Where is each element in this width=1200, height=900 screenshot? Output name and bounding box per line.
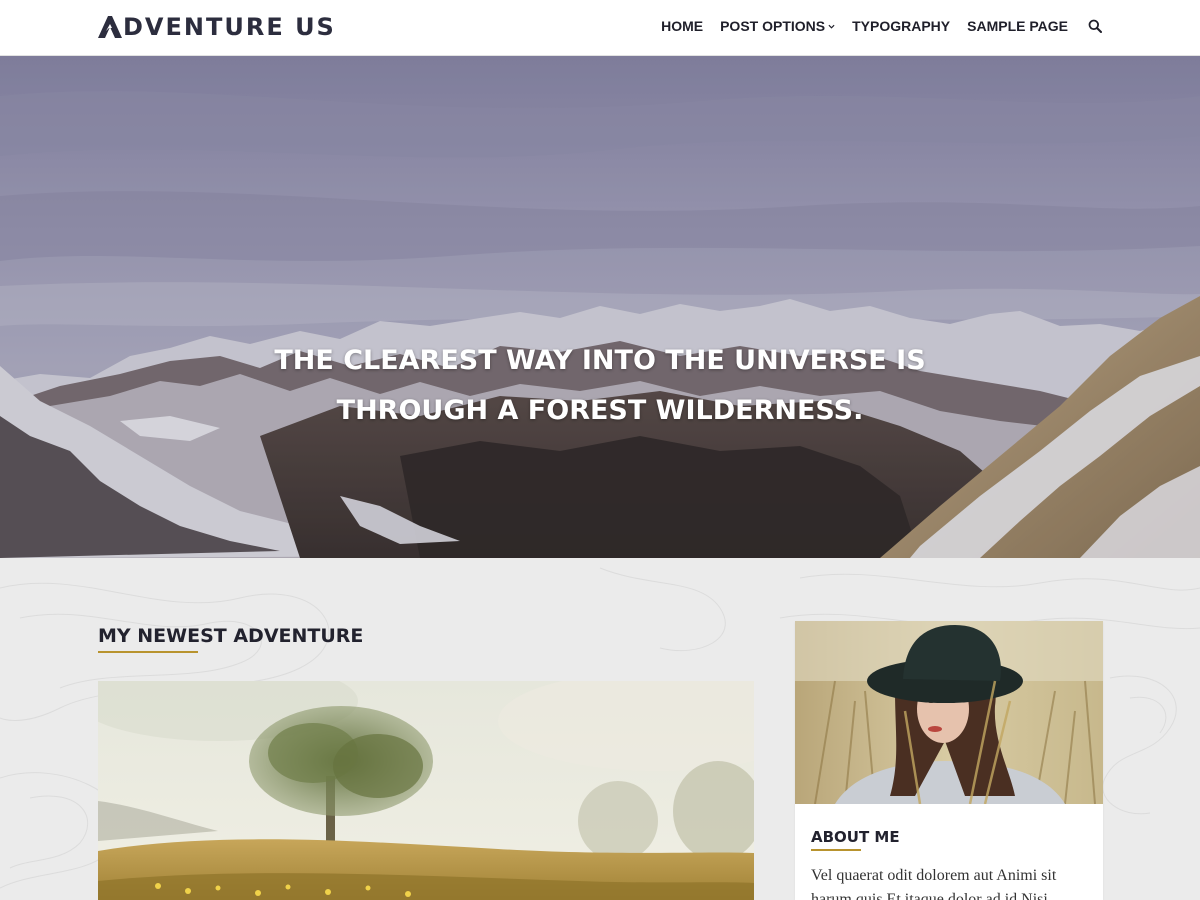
widget-title: ABOUT ME (811, 828, 900, 846)
primary-nav: HOME POST OPTIONS TYPOGRAPHY SAMPLE PAGE (661, 17, 1102, 35)
post-featured-image[interactable] (98, 681, 754, 900)
widget-text: Vel quaerat odit dolorem aut Animi sit h… (811, 867, 1057, 900)
hero-quote-line-2: THROUGH A FOREST WILDERNESS. (336, 395, 864, 426)
section-title: MY NEWEST ADVENTURE (98, 625, 364, 647)
nav-sample-page-label: SAMPLE PAGE (967, 18, 1068, 34)
mountain-landscape-image (0, 56, 1200, 558)
mountain-logo-icon (98, 16, 122, 38)
about-me-widget: ABOUT ME Vel quaerat odit dolorem aut An… (795, 621, 1103, 900)
nav-home[interactable]: HOME (661, 17, 703, 35)
hero-banner: THE CLEAREST WAY INTO THE UNIVERSE IS TH… (0, 56, 1200, 558)
about-me-photo (795, 621, 1103, 804)
hero-quote-line-1: THE CLEAREST WAY INTO THE UNIVERSE IS (274, 345, 926, 376)
woman-portrait-image (795, 621, 1103, 804)
nav-sample-page[interactable]: SAMPLE PAGE (967, 17, 1068, 35)
hero-quote: THE CLEAREST WAY INTO THE UNIVERSE IS TH… (200, 336, 1000, 436)
site-logo[interactable]: DVENTURE US (98, 12, 336, 42)
chevron-down-icon (828, 24, 835, 29)
nav-home-label: HOME (661, 18, 704, 34)
nav-post-options[interactable]: POST OPTIONS (720, 17, 835, 35)
site-header: DVENTURE US HOME POST OPTIONS TYPOGRAPHY… (0, 0, 1200, 56)
site-title: DVENTURE US (123, 13, 336, 41)
search-icon[interactable] (1088, 19, 1102, 33)
tree-meadow-image (98, 681, 754, 900)
nav-post-options-label: POST OPTIONS (720, 18, 826, 34)
section-title-underline (98, 651, 198, 653)
widget-title-underline (811, 849, 861, 851)
nav-typography-label: TYPOGRAPHY (852, 18, 951, 34)
nav-typography[interactable]: TYPOGRAPHY (852, 17, 950, 35)
